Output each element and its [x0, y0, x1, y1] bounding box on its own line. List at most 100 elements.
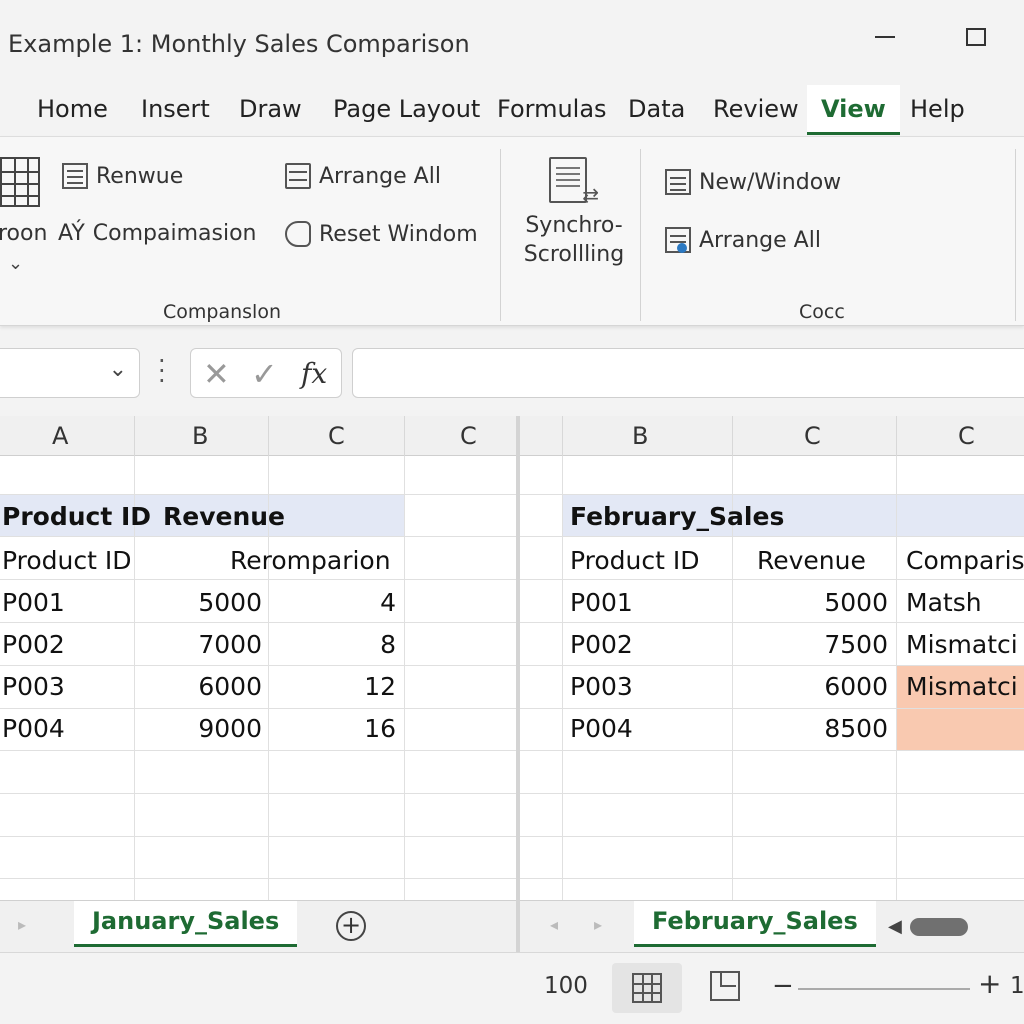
compaimasion-label: Compaimasion: [92, 221, 257, 246]
ribbon-separator: [500, 149, 501, 321]
minimize-icon[interactable]: [875, 36, 895, 38]
zoom-label: roon: [0, 221, 48, 246]
tab-data[interactable]: Data: [628, 95, 685, 123]
tab-formulas[interactable]: Formulas: [497, 95, 607, 123]
list-icon: [62, 163, 88, 189]
zoom-percent: 1C: [1010, 973, 1024, 999]
subheader-product-id: Product ID: [570, 546, 700, 575]
tab-review[interactable]: Review: [713, 95, 799, 123]
renwue-button[interactable]: Renwue: [62, 163, 183, 189]
table-cell: Matsh: [906, 588, 982, 617]
ribbon-separator: [1015, 149, 1016, 321]
tab-home[interactable]: Home: [37, 95, 108, 123]
add-sheet-icon[interactable]: +: [336, 911, 366, 941]
column-headers: B C C: [520, 416, 1024, 456]
tab-page-layout[interactable]: Page Layout: [333, 95, 480, 123]
renwue-label: Renwue: [96, 163, 184, 189]
arrange-icon: [285, 163, 311, 189]
col-header[interactable]: B: [632, 422, 648, 450]
table-cell: 6000: [824, 672, 888, 701]
zoom-slider[interactable]: [798, 988, 970, 990]
maximize-icon[interactable]: [966, 28, 986, 46]
table-cell: P004: [570, 714, 633, 743]
subheader-comparison: Comparis: [906, 546, 1024, 575]
col-header[interactable]: C: [328, 422, 345, 450]
table-cell: 8: [380, 630, 396, 659]
scroll-left-icon[interactable]: ◂: [550, 915, 558, 934]
synchro-scrolling-button[interactable]: Synchro- Scrollling: [522, 157, 626, 267]
table-cell: 6000: [198, 672, 262, 701]
cell-grid[interactable]: Product ID Revenue Product ID Rerompario…: [0, 456, 516, 900]
table-cell: P003: [2, 672, 65, 701]
col-header[interactable]: B: [192, 422, 208, 450]
table-cell: 5000: [824, 588, 888, 617]
ribbon-tabs: Home Insert Draw Page Layout Formulas Da…: [0, 85, 1024, 135]
header-february-sales: February_Sales: [570, 502, 785, 531]
table-cell: 4: [380, 588, 396, 617]
more-icon[interactable]: · · ·: [158, 349, 166, 393]
new-window-button[interactable]: New/Window: [665, 169, 841, 195]
scroll-right-icon[interactable]: ▸: [594, 915, 602, 934]
table-cell: 7500: [824, 630, 888, 659]
tab-insert[interactable]: Insert: [141, 95, 210, 123]
new-window-label: New/Window: [699, 169, 842, 195]
compaimasion-button[interactable]: AÝ Compaimasion: [58, 221, 256, 246]
table-cell: Mismatci: [906, 672, 1018, 701]
table-cell: 7000: [198, 630, 262, 659]
chevron-down-icon[interactable]: ⌄: [8, 253, 23, 274]
function-icon[interactable]: fx: [301, 357, 327, 390]
scroll-right-icon[interactable]: ▸: [18, 915, 26, 934]
formula-bar: ⌄ · · · ✕ ✓ fx: [0, 334, 1024, 416]
left-sheet-tabs: ▸ January_Sales +: [0, 900, 516, 952]
table-cell: 5000: [198, 588, 262, 617]
reset-window-button[interactable]: Reset Windom: [285, 221, 478, 247]
group-label-companslon: Companslon: [163, 301, 281, 323]
arrange-all-button[interactable]: Arrange All: [285, 163, 441, 189]
col-header[interactable]: C: [460, 422, 477, 450]
col-header[interactable]: A: [52, 422, 68, 450]
col-header[interactable]: C: [804, 422, 821, 450]
zoom-in-icon[interactable]: +: [978, 967, 1001, 1000]
table-cell: Mismatci: [906, 630, 1018, 659]
right-sheet-tabs: ◂ ▸ February_Sales ◀: [520, 900, 1024, 952]
table-cell: 8500: [824, 714, 888, 743]
scroll-left-arrow-icon[interactable]: ◀: [888, 916, 902, 937]
cell-grid[interactable]: February_Sales Product ID Revenue Compar…: [520, 456, 1024, 900]
sheet-tab-january[interactable]: January_Sales: [74, 901, 298, 947]
synchro-label-2: Scrollling: [523, 242, 625, 267]
reset-icon: [285, 221, 311, 247]
chevron-down-icon[interactable]: ⌄: [109, 357, 127, 382]
header-product-id: Product ID: [2, 502, 152, 531]
spelling-icon: AÝ: [58, 221, 85, 246]
zoom-out-icon[interactable]: −: [772, 971, 794, 1001]
zoom-button[interactable]: roon: [0, 221, 47, 246]
sheet-tab-february[interactable]: February_Sales: [634, 901, 876, 947]
grid-icon[interactable]: [0, 157, 40, 207]
window-title: Example 1: Monthly Sales Comparison: [8, 30, 470, 58]
arrange-all-label: Arrange All: [319, 163, 441, 189]
col-header[interactable]: C: [958, 422, 975, 450]
formula-input[interactable]: [352, 348, 1024, 398]
reset-window-label: Reset Windom: [319, 221, 478, 247]
subheader-comparison: Reromparion: [230, 546, 391, 575]
normal-view-button[interactable]: [612, 963, 682, 1013]
subheader-revenue: Revenue: [757, 546, 866, 575]
formula-buttons: ✕ ✓ fx: [190, 348, 342, 398]
horizontal-scrollbar[interactable]: [910, 918, 968, 936]
tab-view[interactable]: View: [807, 85, 900, 135]
table-cell: 12: [364, 672, 396, 701]
ribbon: roon ⌄ Renwue AÝ Compaimasion Arrange Al…: [0, 136, 1024, 326]
confirm-icon[interactable]: ✓: [251, 355, 278, 393]
cancel-icon[interactable]: ✕: [203, 355, 230, 393]
table-cell: P001: [2, 588, 65, 617]
group-label-cocc: Cocc: [799, 301, 845, 323]
tab-draw[interactable]: Draw: [239, 95, 302, 123]
synchro-label-1: Synchro-: [525, 213, 623, 238]
tab-help[interactable]: Help: [910, 95, 965, 123]
page-layout-view-icon[interactable]: [710, 971, 740, 1001]
name-box[interactable]: ⌄: [0, 348, 140, 398]
new-window-icon: [665, 169, 691, 195]
arrange-all-label-2: Arrange All: [699, 227, 821, 253]
arrange-all-button-2[interactable]: Arrange All: [665, 227, 821, 253]
title-bar: Example 1: Monthly Sales Comparison: [0, 0, 1024, 85]
